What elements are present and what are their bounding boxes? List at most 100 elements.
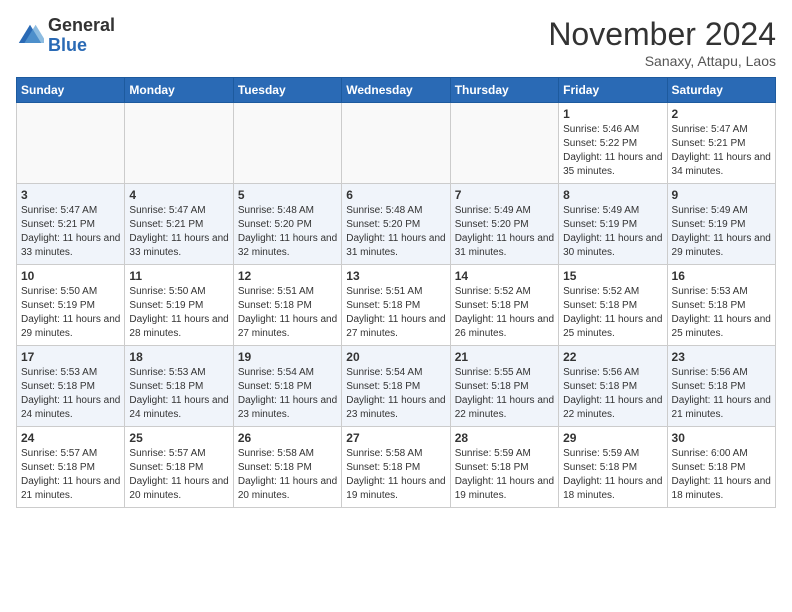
day-number: 6 [346,188,445,202]
logo-general-label: General [48,16,115,36]
day-info: Sunrise: 5:59 AM Sunset: 5:18 PM Dayligh… [455,447,554,503]
day-number: 2 [672,107,771,121]
day-number: 23 [672,350,771,364]
day-info: Sunrise: 5:50 AM Sunset: 5:19 PM Dayligh… [129,285,228,341]
day-number: 12 [238,269,337,283]
day-number: 24 [21,431,120,445]
calendar-cell: 21 Sunrise: 5:55 AM Sunset: 5:18 PM Dayli… [450,346,558,427]
logo-icon [16,22,44,50]
day-info: Sunrise: 5:52 AM Sunset: 5:18 PM Dayligh… [455,285,554,341]
calendar-cell: 3 Sunrise: 5:47 AM Sunset: 5:21 PM Daylig… [17,184,125,265]
calendar-week-row: 24 Sunrise: 5:57 AM Sunset: 5:18 PM Dayli… [17,427,776,508]
day-number: 30 [672,431,771,445]
calendar-cell [450,103,558,184]
day-info: Sunrise: 5:52 AM Sunset: 5:18 PM Dayligh… [563,285,662,341]
day-number: 27 [346,431,445,445]
calendar-week-row: 17 Sunrise: 5:53 AM Sunset: 5:18 PM Dayli… [17,346,776,427]
page-header: General Blue November 2024 Sanaxy, Attap… [16,16,776,69]
calendar-cell: 26 Sunrise: 5:58 AM Sunset: 5:18 PM Dayli… [233,427,341,508]
day-number: 9 [672,188,771,202]
day-info: Sunrise: 5:49 AM Sunset: 5:19 PM Dayligh… [672,204,771,260]
day-number: 1 [563,107,662,121]
day-number: 16 [672,269,771,283]
day-info: Sunrise: 5:49 AM Sunset: 5:19 PM Dayligh… [563,204,662,260]
calendar-header-monday: Monday [125,78,233,103]
day-info: Sunrise: 5:58 AM Sunset: 5:18 PM Dayligh… [346,447,445,503]
calendar-header-friday: Friday [559,78,667,103]
day-number: 26 [238,431,337,445]
day-info: Sunrise: 5:56 AM Sunset: 5:18 PM Dayligh… [672,366,771,422]
day-number: 11 [129,269,228,283]
calendar-cell: 23 Sunrise: 5:56 AM Sunset: 5:18 PM Dayli… [667,346,775,427]
calendar-cell: 28 Sunrise: 5:59 AM Sunset: 5:18 PM Dayli… [450,427,558,508]
calendar-cell: 27 Sunrise: 5:58 AM Sunset: 5:18 PM Dayli… [342,427,450,508]
day-info: Sunrise: 5:54 AM Sunset: 5:18 PM Dayligh… [346,366,445,422]
calendar-week-row: 10Sunrise: 5:50 AM Sunset: 5:19 PM Dayli… [17,265,776,346]
day-info: Sunrise: 5:59 AM Sunset: 5:18 PM Dayligh… [563,447,662,503]
day-number: 15 [563,269,662,283]
day-info: Sunrise: 5:56 AM Sunset: 5:18 PM Dayligh… [563,366,662,422]
location-subtitle: Sanaxy, Attapu, Laos [548,53,776,69]
day-info: Sunrise: 5:57 AM Sunset: 5:18 PM Dayligh… [129,447,228,503]
calendar-cell: 15 Sunrise: 5:52 AM Sunset: 5:18 PM Dayli… [559,265,667,346]
day-info: Sunrise: 5:48 AM Sunset: 5:20 PM Dayligh… [346,204,445,260]
day-number: 3 [21,188,120,202]
day-number: 20 [346,350,445,364]
calendar-cell: 24Sunrise: 5:57 AM Sunset: 5:18 PM Dayli… [17,427,125,508]
calendar-cell: 13 Sunrise: 5:51 AM Sunset: 5:18 PM Dayli… [342,265,450,346]
day-number: 14 [455,269,554,283]
day-number: 5 [238,188,337,202]
day-number: 25 [129,431,228,445]
day-number: 29 [563,431,662,445]
day-number: 13 [346,269,445,283]
day-info: Sunrise: 5:47 AM Sunset: 5:21 PM Dayligh… [21,204,120,260]
calendar-cell: 14 Sunrise: 5:52 AM Sunset: 5:18 PM Dayli… [450,265,558,346]
calendar-cell: 1 Sunrise: 5:46 AM Sunset: 5:22 PM Daylig… [559,103,667,184]
day-number: 8 [563,188,662,202]
logo: General Blue [16,16,115,56]
calendar-cell: 29 Sunrise: 5:59 AM Sunset: 5:18 PM Dayli… [559,427,667,508]
calendar-table: SundayMondayTuesdayWednesdayThursdayFrid… [16,77,776,508]
calendar-header-thursday: Thursday [450,78,558,103]
day-number: 22 [563,350,662,364]
day-info: Sunrise: 5:46 AM Sunset: 5:22 PM Dayligh… [563,123,662,179]
calendar-cell: 12 Sunrise: 5:51 AM Sunset: 5:18 PM Dayli… [233,265,341,346]
day-info: Sunrise: 5:51 AM Sunset: 5:18 PM Dayligh… [346,285,445,341]
calendar-cell: 17 Sunrise: 5:53 AM Sunset: 5:18 PM Dayli… [17,346,125,427]
calendar-cell: 11 Sunrise: 5:50 AM Sunset: 5:19 PM Dayli… [125,265,233,346]
day-number: 28 [455,431,554,445]
calendar-header-wednesday: Wednesday [342,78,450,103]
calendar-cell [342,103,450,184]
day-number: 21 [455,350,554,364]
day-info: Sunrise: 5:53 AM Sunset: 5:18 PM Dayligh… [21,366,120,422]
calendar-cell: 20 Sunrise: 5:54 AM Sunset: 5:18 PM Dayli… [342,346,450,427]
calendar-cell: 19Sunrise: 5:54 AM Sunset: 5:18 PM Dayli… [233,346,341,427]
calendar-cell: 5Sunrise: 5:48 AM Sunset: 5:20 PM Daylig… [233,184,341,265]
calendar-week-row: 3 Sunrise: 5:47 AM Sunset: 5:21 PM Daylig… [17,184,776,265]
day-info: Sunrise: 5:55 AM Sunset: 5:18 PM Dayligh… [455,366,554,422]
calendar-header-saturday: Saturday [667,78,775,103]
calendar-cell: 4Sunrise: 5:47 AM Sunset: 5:21 PM Daylig… [125,184,233,265]
calendar-week-row: 1 Sunrise: 5:46 AM Sunset: 5:22 PM Daylig… [17,103,776,184]
day-info: Sunrise: 5:50 AM Sunset: 5:19 PM Dayligh… [21,285,120,341]
day-info: Sunrise: 6:00 AM Sunset: 5:18 PM Dayligh… [672,447,771,503]
calendar-header-tuesday: Tuesday [233,78,341,103]
calendar-cell: 10Sunrise: 5:50 AM Sunset: 5:19 PM Dayli… [17,265,125,346]
calendar-cell: 25 Sunrise: 5:57 AM Sunset: 5:18 PM Dayli… [125,427,233,508]
day-number: 17 [21,350,120,364]
day-info: Sunrise: 5:58 AM Sunset: 5:18 PM Dayligh… [238,447,337,503]
calendar-cell [233,103,341,184]
calendar-cell: 16Sunrise: 5:53 AM Sunset: 5:18 PM Dayli… [667,265,775,346]
calendar-cell: 6 Sunrise: 5:48 AM Sunset: 5:20 PM Daylig… [342,184,450,265]
calendar-cell: 7Sunrise: 5:49 AM Sunset: 5:20 PM Daylig… [450,184,558,265]
calendar-header-sunday: Sunday [17,78,125,103]
day-info: Sunrise: 5:47 AM Sunset: 5:21 PM Dayligh… [129,204,228,260]
day-number: 19 [238,350,337,364]
day-info: Sunrise: 5:51 AM Sunset: 5:18 PM Dayligh… [238,285,337,341]
calendar-cell: 18Sunrise: 5:53 AM Sunset: 5:18 PM Dayli… [125,346,233,427]
calendar-cell: 2Sunrise: 5:47 AM Sunset: 5:21 PM Daylig… [667,103,775,184]
day-info: Sunrise: 5:49 AM Sunset: 5:20 PM Dayligh… [455,204,554,260]
calendar-cell: 8 Sunrise: 5:49 AM Sunset: 5:19 PM Daylig… [559,184,667,265]
logo-blue-label: Blue [48,36,115,56]
logo-text: General Blue [48,16,115,56]
